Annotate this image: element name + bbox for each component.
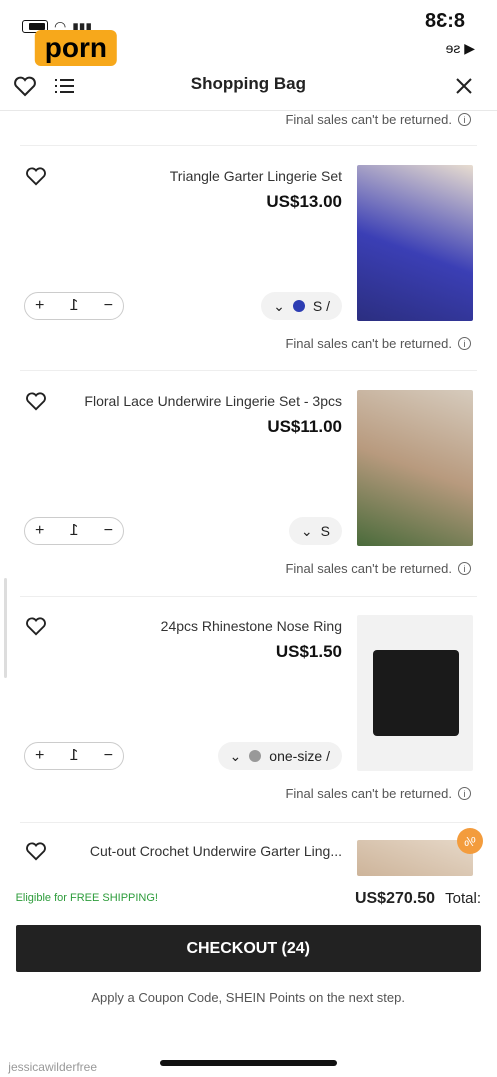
quantity-stepper[interactable]: − 1 + (24, 742, 124, 770)
divider (20, 596, 477, 597)
free-shipping-note: Eligible for FREE SHIPPING! (16, 892, 159, 904)
increase-button[interactable]: + (35, 297, 44, 315)
quantity-stepper[interactable]: − 1 + (24, 292, 124, 320)
final-sale-note: i Final sales can't be returned. (285, 561, 471, 576)
product-title[interactable]: Floral Lace Underwire Lingerie Set - 3pc… (84, 393, 342, 409)
color-swatch (292, 300, 305, 312)
product-image[interactable] (357, 390, 473, 546)
decrease-button[interactable]: − (104, 297, 113, 315)
increase-button[interactable]: + (35, 522, 44, 540)
product-title[interactable]: Cut-out Crochet Underwire Garter Ling... (90, 843, 342, 859)
wishlist-heart-icon[interactable] (25, 391, 47, 416)
product-price: US$1.50 (275, 642, 342, 661)
product-image[interactable] (357, 840, 473, 876)
decrease-button[interactable]: − (104, 522, 113, 540)
divider (20, 145, 477, 146)
divider (20, 822, 477, 823)
status-time: 8:38 (424, 10, 465, 32)
product-image[interactable] (357, 165, 473, 321)
checkout-button[interactable]: CHECKOUT (24) (16, 925, 481, 972)
quantity-value: 1 (69, 297, 79, 314)
variant-selector[interactable]: S ⌄ (288, 517, 342, 545)
total-value: US$270.50 (354, 890, 435, 907)
decrease-button[interactable]: − (104, 747, 113, 765)
info-icon: i (458, 787, 471, 800)
product-title[interactable]: 24pcs Rhinestone Nose Ring (161, 618, 342, 634)
product-price: US$13.00 (266, 192, 342, 211)
info-icon: i (458, 337, 471, 350)
quantity-stepper[interactable]: − 1 + (24, 517, 124, 545)
product-price: US$11.00 (267, 417, 342, 436)
quantity-value: 1 (69, 522, 79, 539)
home-indicator[interactable] (160, 1060, 337, 1066)
info-icon: i (458, 562, 471, 575)
variant-selector[interactable]: one-size / ⌄ (217, 742, 342, 770)
scrollbar[interactable] (4, 578, 7, 678)
coupon-hint: Apply a Coupon Code, SHEIN Points on the… (91, 990, 406, 1005)
wishlist-heart-icon[interactable] (25, 841, 47, 866)
wishlist-icon[interactable] (10, 71, 40, 101)
chevron-down-icon: ⌄ (229, 747, 242, 764)
final-sale-note: i Final sales can't be returned. (285, 112, 471, 127)
final-sale-note: i Final sales can't be returned. (285, 336, 471, 351)
wishlist-heart-icon[interactable] (25, 166, 47, 191)
chevron-down-icon: ⌄ (273, 297, 285, 314)
quantity-value: 1 (69, 747, 79, 764)
divider (20, 370, 477, 371)
total-label: Total: (445, 890, 481, 907)
watermark-badge: porn (35, 30, 118, 66)
creator-watermark: jessicawilderfree (8, 1060, 97, 1074)
info-icon: i (458, 113, 471, 126)
product-title[interactable]: Triangle Garter Lingerie Set (170, 168, 342, 184)
final-sale-note: i Final sales can't be returned. (285, 786, 471, 801)
list-icon[interactable] (50, 71, 80, 101)
increase-button[interactable]: + (35, 747, 44, 765)
back-to-app-link[interactable]: ◀ se (446, 40, 475, 57)
app-header: Shopping Bag (0, 62, 497, 111)
coupon-tag-icon[interactable]: % (457, 828, 483, 854)
chevron-down-icon: ⌄ (300, 522, 313, 539)
variant-selector[interactable]: S / ⌄ (261, 292, 342, 320)
wishlist-heart-icon[interactable] (25, 616, 47, 641)
swatch-icon (249, 750, 262, 762)
ring-box (373, 650, 459, 736)
product-image[interactable] (357, 615, 473, 771)
total-bar: Total: US$270.50 Eligible for FREE SHIPP… (0, 880, 497, 920)
